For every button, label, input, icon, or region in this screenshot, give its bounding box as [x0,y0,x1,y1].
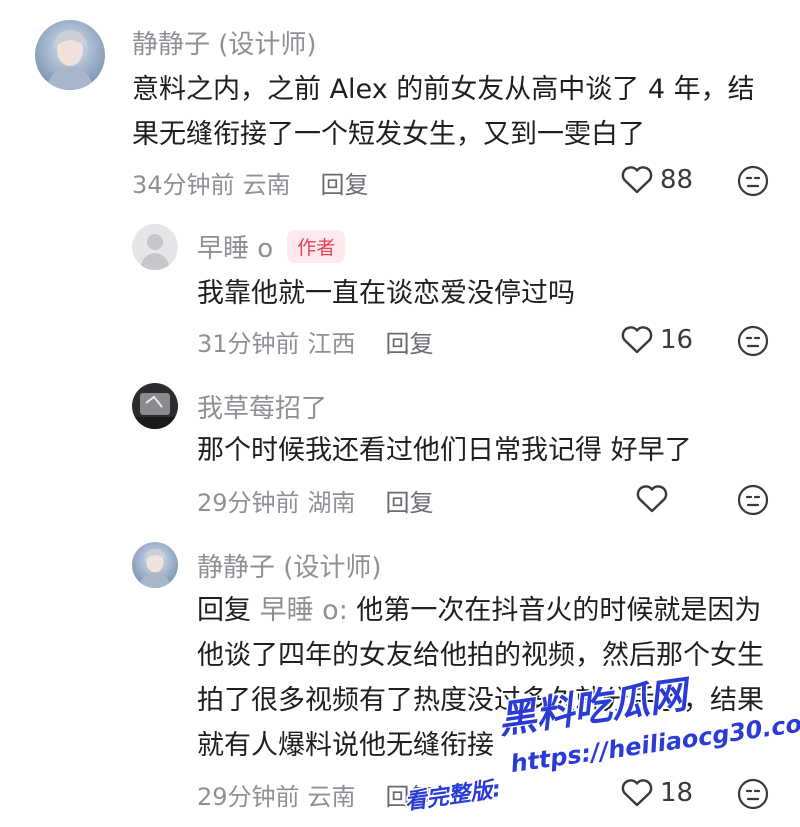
avatar[interactable] [132,224,178,270]
like-button[interactable]: 18 [620,778,693,808]
like-count: 16 [660,325,694,355]
comment-text: 意料之内，之前 Alex 的前女友从高中谈了 4 年，结果无缝衔接了一个短发女生… [132,67,772,157]
comment-location: 云南 [242,171,291,199]
meh-face-icon[interactable] [736,777,770,811]
heart-outline-icon [636,485,668,513]
meh-face-icon[interactable] [736,164,770,198]
author-badge: 作者 [287,230,346,263]
like-button[interactable]: 88 [620,165,693,195]
heart-outline-icon [621,166,653,194]
avatar[interactable] [35,20,105,90]
comment-time: 29分钟前 [197,489,300,517]
commenter-name[interactable]: 早睡 o [197,228,273,265]
avatar[interactable] [132,383,178,429]
avatar[interactable] [132,542,178,588]
meh-face-icon[interactable] [736,483,770,517]
commenter-name[interactable]: 静静子 (设计师) [132,24,317,61]
commenter-name[interactable]: 我草莓招了 [197,388,327,425]
comment-time: 29分钟前 [197,783,300,811]
comment-body: 我靠他就一直在谈恋爱没停过吗 [197,278,575,309]
reply-button[interactable]: 回复 [321,165,369,200]
comment-time: 31分钟前 [197,330,300,358]
reply-button[interactable]: 回复 [386,777,434,812]
like-count: 88 [660,165,694,195]
reply-prefix: 回复 [197,595,251,626]
reply-button[interactable]: 回复 [386,324,434,359]
comment-body: 那个时候我还看过他们日常我记得 好早了 [197,435,692,466]
like-button[interactable] [635,484,675,514]
comment-location: 江西 [307,330,356,358]
comment-location: 云南 [307,783,356,811]
comment-body: 意料之内，之前 Alex 的前女友从高中谈了 4 年，结果无缝衔接了一个短发女生… [132,74,755,150]
like-button[interactable]: 16 [620,325,693,355]
like-count: 18 [660,778,694,808]
reply-button[interactable]: 回复 [386,483,434,518]
meh-face-icon[interactable] [736,324,770,358]
comment-text: 我靠他就一直在谈恋爱没停过吗 [197,271,767,316]
heart-outline-icon [621,326,653,354]
comment-time: 34分钟前 [132,171,235,199]
comment-location: 湖南 [307,489,356,517]
comment-text: 回复 早睡 o: 他第一次在抖音火的时候就是因为他谈了四年的女友给他拍的视频，然… [197,588,769,768]
heart-outline-icon [621,779,653,807]
comment-text: 那个时候我还看过他们日常我记得 好早了 [197,428,767,473]
commenter-name[interactable]: 静静子 (设计师) [197,547,382,584]
reply-target-name[interactable]: 早睡 o: [260,595,348,626]
